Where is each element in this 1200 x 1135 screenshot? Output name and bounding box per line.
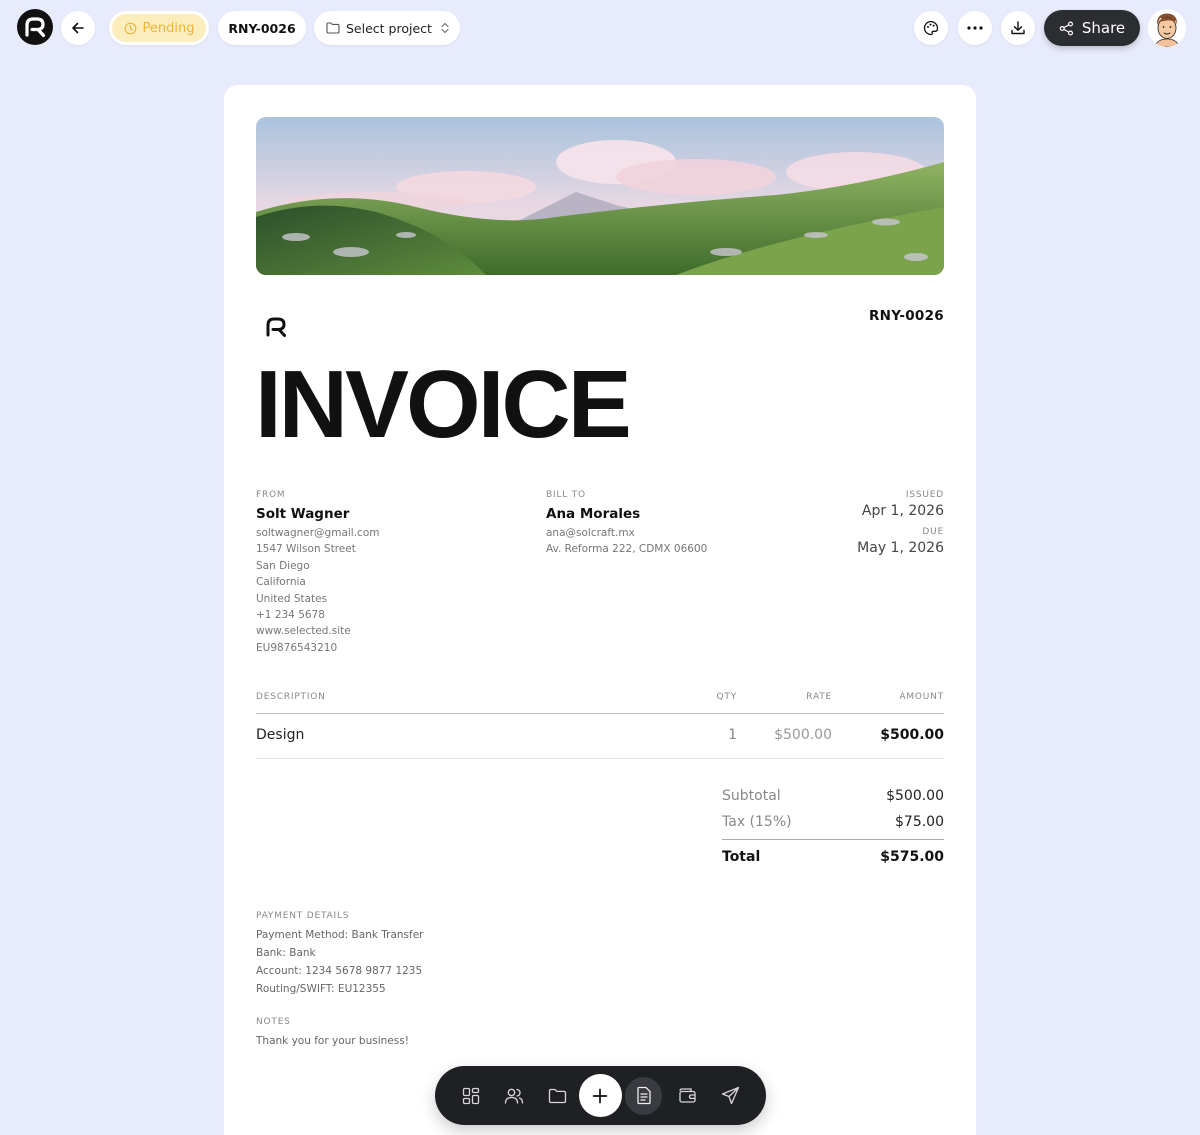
from-line: soltwagner@gmail.com — [256, 527, 380, 539]
qty-header: QTY — [716, 692, 737, 702]
from-section: FROM Solt Wagner soltwagner@gmail.com 15… — [256, 490, 379, 656]
send-button[interactable] — [709, 1074, 752, 1117]
share-icon — [1059, 21, 1073, 36]
issued-label: ISSUED — [905, 490, 944, 500]
add-button[interactable] — [578, 1074, 622, 1117]
more-horizontal-icon — [967, 26, 983, 30]
subtotal-row: Subtotal $500.00 — [722, 783, 944, 809]
project-select-label: Select project — [346, 20, 432, 36]
clock-icon — [124, 22, 136, 34]
payment-line: Payment Method: Bank Transfer — [256, 929, 424, 941]
from-line: United States — [256, 592, 328, 605]
add-icon — [592, 1088, 608, 1103]
subtotal-label: Subtotal — [722, 788, 781, 804]
item-description: Design — [256, 727, 305, 743]
arrow-left-icon — [72, 22, 84, 34]
dates-section: ISSUED Apr 1, 2026 DUE May 1, 2026 — [857, 490, 944, 564]
r-logo-icon — [266, 317, 286, 337]
tax-value: $75.00 — [895, 814, 944, 830]
user-avatar[interactable] — [1148, 9, 1186, 47]
total-row: Total $575.00 — [722, 839, 944, 873]
folder-icon — [548, 1088, 566, 1103]
bill-to-line: ana@solcraft.mx — [546, 527, 635, 539]
from-label: FROM — [256, 490, 286, 500]
clients-button[interactable] — [492, 1074, 535, 1117]
dashboard-button[interactable] — [449, 1074, 492, 1117]
download-button[interactable] — [1001, 11, 1035, 45]
invoice-number-label: RNY-0026 — [228, 20, 296, 36]
project-select[interactable]: Select project — [314, 11, 460, 45]
wallet-button[interactable] — [665, 1074, 708, 1117]
total-value: $575.00 — [880, 848, 944, 865]
issued-date: Apr 1, 2026 — [861, 503, 944, 519]
dashboard-icon — [462, 1087, 479, 1104]
item-rate: $500.00 — [774, 727, 832, 743]
projects-button[interactable] — [536, 1074, 579, 1117]
due-date: May 1, 2026 — [857, 540, 944, 556]
bottom-dock — [435, 1066, 766, 1125]
total-label: Total — [722, 848, 761, 865]
invoice-title: INVOICE — [255, 351, 632, 458]
cover-image — [256, 117, 944, 275]
send-icon — [721, 1086, 740, 1105]
bill-to-line: Av. Reforma 222, CDMX 06600 — [546, 543, 708, 556]
folder-icon — [326, 22, 340, 34]
table-row[interactable]: Design 1 $500.00 $500.00 — [256, 714, 944, 759]
from-name: Solt Wagner — [256, 506, 350, 522]
invoice-logo — [264, 316, 288, 342]
payment-line: Account: 1234 5678 9877 1235 — [256, 965, 423, 977]
theme-button[interactable] — [914, 11, 948, 45]
app-logo[interactable] — [17, 9, 53, 45]
from-line: San Diego — [256, 559, 310, 572]
description-header: DESCRIPTION — [256, 692, 326, 702]
invoice-document: RNY-0026 INVOICE FROM Solt Wagner soltwa… — [224, 85, 976, 1135]
status-badge[interactable]: Pending — [109, 11, 209, 45]
back-button[interactable] — [61, 11, 95, 45]
notes-label: NOTES — [256, 1017, 291, 1027]
invoice-icon — [636, 1086, 651, 1105]
invoice-number: RNY-0026 — [868, 308, 944, 324]
invoices-button[interactable] — [624, 1076, 663, 1115]
from-line: 1547 Wilson Street — [256, 543, 356, 556]
from-line: California — [256, 576, 306, 589]
palette-icon — [923, 20, 939, 36]
more-button[interactable] — [958, 11, 992, 45]
from-line: www.selected.site — [256, 625, 351, 638]
notes-section: NOTES Thank you for your business! — [256, 1017, 409, 1050]
payment-line: Routing/SWIFT: EU12355 — [256, 983, 386, 995]
bill-to-label: BILL TO — [546, 490, 586, 500]
wallet-icon — [678, 1088, 696, 1103]
from-line: +1 234 5678 — [256, 609, 325, 622]
from-line: EU9876543210 — [256, 641, 338, 654]
invoice-number-chip[interactable]: RNY-0026 — [218, 11, 306, 45]
item-qty: 1 — [728, 727, 737, 743]
r-logo-icon — [25, 17, 46, 38]
tax-row: Tax (15%) $75.00 — [722, 809, 944, 835]
payment-line: Bank: Bank — [256, 947, 316, 959]
item-amount: $500.00 — [880, 727, 944, 743]
subtotal-value: $500.00 — [886, 788, 944, 804]
payment-details-section: PAYMENT DETAILS Payment Method: Bank Tra… — [256, 911, 424, 998]
share-button[interactable]: Share — [1044, 10, 1140, 46]
payment-details-label: PAYMENT DETAILS — [256, 911, 350, 921]
line-items-header: DESCRIPTION QTY RATE AMOUNT — [256, 692, 944, 714]
chevron-updown-icon — [441, 22, 449, 34]
status-label: Pending — [142, 20, 195, 36]
amount-header: AMOUNT — [899, 692, 944, 702]
rate-header: RATE — [806, 692, 832, 702]
bill-to-name: Ana Morales — [546, 506, 641, 522]
due-label: DUE — [922, 527, 944, 537]
tax-label: Tax (15%) — [722, 814, 792, 830]
totals-section: Subtotal $500.00 Tax (15%) $75.00 Total … — [722, 783, 944, 873]
notes-text: Thank you for your business! — [256, 1035, 409, 1047]
landscape-image — [256, 117, 944, 275]
top-bar: Pending RNY-0026 Select project Share — [0, 0, 1200, 56]
avatar-illustration — [1148, 9, 1186, 47]
bill-to-section: BILL TO Ana Morales ana@solcraft.mx Av. … — [546, 490, 707, 558]
clients-icon — [504, 1088, 524, 1104]
share-label: Share — [1081, 19, 1126, 37]
download-icon — [1011, 21, 1025, 35]
